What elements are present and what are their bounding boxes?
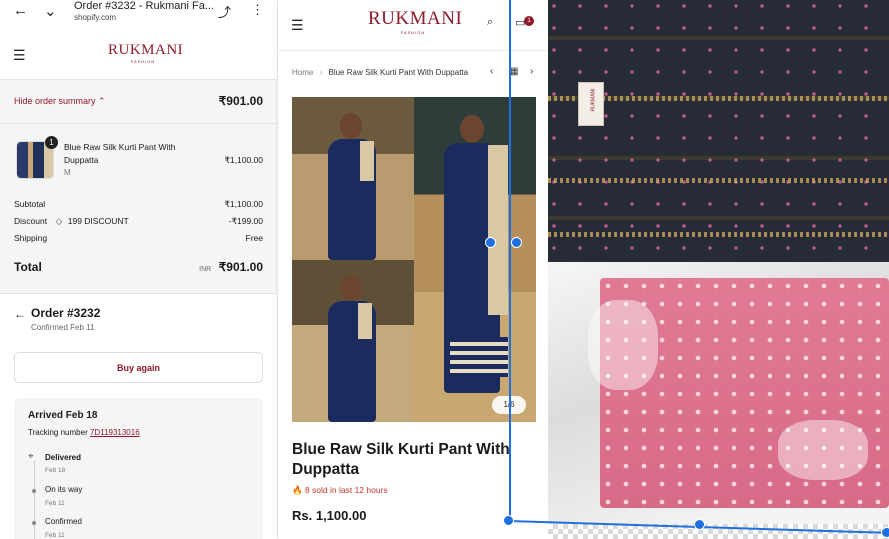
browser-toolbar: ← ⌄ Order #3232 - Rukmani Fa... shopify.…	[0, 0, 277, 26]
breadcrumb-separator-icon: ›	[319, 68, 323, 77]
screen: ← ⌄ Order #3232 - Rukmani Fa... shopify.…	[0, 0, 889, 539]
product-price: Rs. 1,100.00	[292, 508, 367, 523]
product-title: Blue Raw Silk Kurti Pant With Duppatta	[292, 441, 510, 478]
breadcrumb-home[interactable]: Home	[292, 68, 313, 77]
subtotal-value: ₹1,100.00	[224, 199, 264, 209]
model-figure	[340, 113, 362, 139]
discount-label: Discount	[14, 216, 48, 226]
timeline-label: Delivered	[45, 453, 82, 462]
plastic-glare	[778, 420, 868, 480]
menu-icon[interactable]: ☰	[13, 47, 26, 64]
summary-total: ₹901.00	[218, 94, 263, 108]
order-summary-body: 1 Blue Raw Silk Kurti Pant With Duppatta…	[0, 124, 277, 294]
logo-subtext: FASHION	[400, 30, 426, 35]
brand-tag-text: RUKMANI	[590, 88, 597, 112]
discount-row: Discount ◇ 199 DISCOUNT -₹199.00	[14, 216, 263, 227]
product-page-panel: ☰ RUKMANI FASHION ⌕ ▭ 1 Home › Blue Raw …	[278, 0, 548, 539]
subtotal-row: Subtotal ₹1,100.00	[14, 199, 263, 210]
model-figure	[488, 145, 508, 315]
share-icon[interactable]: ⤴	[218, 2, 231, 21]
brand-logo[interactable]: RUKMANI FASHION	[368, 8, 462, 35]
discount-value: -₹199.00	[228, 216, 263, 226]
search-icon[interactable]: ⌕	[487, 16, 493, 29]
header-divider	[278, 50, 548, 51]
total-value: ₹901.00	[218, 260, 263, 274]
timeline-label: Confirmed	[45, 517, 82, 526]
shipping-row: Shipping Free	[14, 233, 263, 243]
discount-code: 199 DISCOUNT	[67, 216, 129, 226]
item-name: Blue Raw Silk Kurti Pant With Duppatta	[64, 142, 176, 165]
timeline-label: On its way	[45, 485, 83, 494]
model-figure	[450, 337, 508, 377]
selection-handle[interactable]	[485, 237, 496, 248]
item-variant: M	[64, 168, 71, 177]
item-price: ₹1,100.00	[224, 155, 264, 165]
chevron-up-icon: ⌃	[98, 96, 106, 106]
shipping-label: Shipping	[14, 233, 48, 243]
timeline-date: Feb 18	[45, 467, 66, 474]
toggle-label: Hide order summary	[14, 96, 96, 106]
timeline-dot	[32, 489, 36, 493]
breadcrumb-current: Blue Raw Silk Kurti Pant With Duppatta	[328, 68, 469, 77]
buy-again-button[interactable]: Buy again	[14, 352, 263, 383]
prev-product-icon[interactable]: ‹	[490, 66, 493, 77]
total-currency: INR	[199, 266, 212, 273]
total-row: Total INR ₹901.00	[14, 258, 263, 276]
tracking-card: Arrived Feb 18 Tracking number 7D1193130…	[14, 398, 263, 539]
order-status-panel: ← ⌄ Order #3232 - Rukmani Fa... shopify.…	[0, 0, 277, 539]
next-product-icon[interactable]: ›	[530, 66, 533, 77]
timeline-date: Feb 11	[45, 500, 65, 507]
back-arrow-icon[interactable]: ←	[13, 2, 28, 19]
tab-url: shopify.com	[74, 13, 117, 22]
model-figure	[340, 275, 362, 301]
brand-tag: RUKMANI	[578, 82, 604, 126]
location-pin-icon: ⌖	[28, 451, 34, 462]
model-figure	[358, 303, 372, 339]
selection-handle[interactable]	[694, 519, 705, 530]
cart-count-badge: 1	[524, 16, 534, 26]
shipping-value: Free	[245, 233, 263, 243]
logo-text: RUKMANI	[108, 42, 184, 58]
model-figure	[460, 115, 484, 143]
product-image-gallery[interactable]: 1/6	[292, 97, 536, 422]
menu-icon[interactable]: ☰	[291, 17, 304, 34]
quantity-badge: 1	[45, 136, 58, 149]
zari-border	[548, 178, 889, 183]
zari-border	[548, 232, 889, 237]
chevron-down-icon[interactable]: ⌄	[44, 2, 57, 20]
back-arrow-icon[interactable]: ←	[14, 307, 26, 321]
brand-logo[interactable]: RUKMANI FASHION	[108, 42, 183, 64]
arrival-heading: Arrived Feb 18	[28, 410, 98, 421]
timeline-dot	[32, 521, 36, 525]
received-product-photo: RUKMANI	[548, 0, 889, 539]
breadcrumb: Home › Blue Raw Silk Kurti Pant With Dup…	[292, 68, 468, 77]
total-label: Total	[14, 260, 42, 274]
order-title: Order #3232	[31, 306, 101, 320]
tracking-number-link[interactable]: 7D119313016	[90, 428, 140, 437]
fire-icon: 🔥	[292, 485, 303, 495]
tracking-line: Tracking number 7D119313016	[28, 428, 140, 437]
tag-icon: ◇	[55, 216, 63, 226]
selection-handle[interactable]	[511, 237, 522, 248]
hide-summary-toggle[interactable]: Hide order summary ⌃	[14, 96, 106, 107]
logo-subtext: FASHION	[130, 59, 156, 64]
tracking-label: Tracking number	[28, 428, 88, 437]
order-summary-bar[interactable]: Hide order summary ⌃ ₹901.00	[0, 80, 277, 124]
order-confirmed-date: Confirmed Feb 11	[31, 323, 95, 332]
logo-text: RUKMANI	[368, 8, 463, 29]
subtotal-label: Subtotal	[14, 199, 46, 209]
selection-handle[interactable]	[881, 527, 889, 538]
selection-guide	[509, 0, 511, 522]
timeline-date: Feb 11	[45, 532, 65, 539]
sold-indicator: 🔥 8 sold in last 12 hours	[292, 485, 388, 496]
selection-handle[interactable]	[503, 515, 514, 526]
model-figure	[360, 141, 374, 181]
tab-title: Order #3232 - Rukmani Fa...	[74, 0, 215, 12]
sold-text: 8 sold in last 12 hours	[304, 485, 388, 495]
shop-header: ☰ RUKMANI FASHION	[0, 36, 277, 80]
plastic-glare	[588, 300, 658, 390]
timeline-line	[34, 460, 35, 539]
more-vert-icon[interactable]: ⋮	[251, 2, 264, 18]
